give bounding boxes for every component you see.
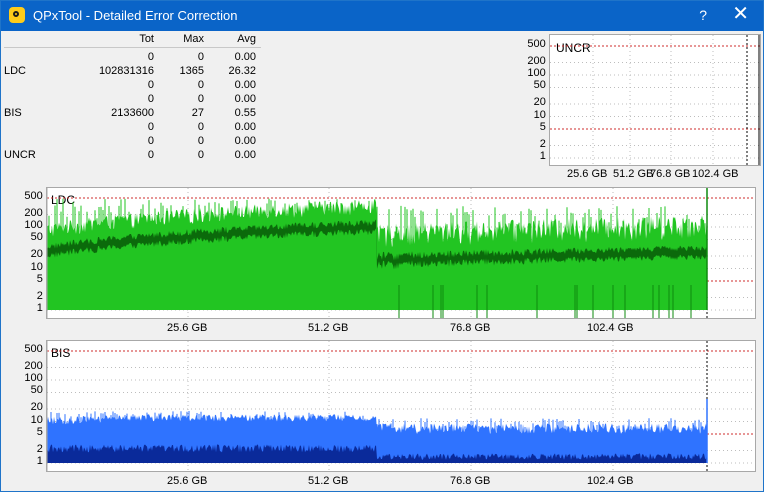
uncr-y-tick: 100	[527, 67, 546, 79]
ldc-plot	[47, 188, 755, 318]
stats-row: LDC 102831316 1365 26.32	[4, 65, 261, 78]
bis-y-tick: 50	[30, 384, 43, 397]
ldc-chart: LDC	[46, 187, 756, 319]
uncr-x-tick: 51.2 GB	[613, 168, 654, 180]
ldc-y-tick: 1	[36, 302, 43, 314]
stats-table: Tot Max Avg 0 0 0.00 LDC 102831316 1365 26.32 0…	[4, 33, 261, 163]
stats-row: UNCR 0 0 0.00	[4, 149, 261, 162]
qpxtool-app-icon	[9, 7, 25, 23]
uncr-plot	[550, 35, 760, 165]
uncr-y-tick: 10	[533, 108, 546, 121]
ldc-y-tick: 200	[24, 206, 43, 219]
uncr-x-tick: 76.8 GB	[650, 168, 691, 180]
uncr-chart: UNCR	[549, 34, 761, 166]
stats-row: 0 0 0.00	[4, 93, 261, 106]
stats-row-avg: 0.55	[234, 107, 256, 119]
ldc-y-tick: 10	[30, 260, 43, 273]
ldc-x-tick: 51.2 GB	[308, 322, 349, 334]
bis-y-tick: 200	[24, 359, 43, 372]
stats-row: 0 0 0.00	[4, 79, 261, 92]
uncr-y-tick: 20	[533, 96, 546, 108]
uncr-y-tick: 1	[539, 150, 546, 162]
uncr-y-tick: 50	[533, 79, 546, 92]
stats-row-avg: 0.00	[234, 51, 256, 63]
bis-y-tick: 1	[36, 455, 43, 467]
ldc-x-tick: 76.8 GB	[450, 322, 491, 334]
ldc-y-tick: 500	[24, 190, 43, 202]
help-button[interactable]: ?	[699, 7, 707, 23]
bis-y-tick: 10	[30, 413, 43, 426]
bis-chart: BIS	[46, 340, 756, 472]
bis-x-tick: 51.2 GB	[308, 475, 349, 487]
uncr-x-tick: 25.6 GB	[567, 168, 608, 180]
bis-y-tick: 20	[30, 401, 43, 413]
title-bar: QPxTool - Detailed Error Correction ? ✕	[1, 1, 763, 31]
stats-row-avg: 0.00	[234, 79, 256, 91]
ldc-x-tick: 25.6 GB	[167, 322, 208, 334]
stats-row-avg: 0.00	[234, 121, 256, 133]
qpxtool-window: QPxTool - Detailed Error Correction ? ✕ …	[0, 0, 764, 492]
ldc-y-tick: 20	[30, 248, 43, 260]
uncr-y-tick: 500	[527, 38, 546, 50]
ldc-y-tick: 50	[30, 231, 43, 244]
uncr-y-tick: 5	[539, 120, 546, 133]
bis-y-tick: 100	[24, 372, 43, 384]
bis-x-tick: 102.4 GB	[587, 475, 634, 487]
stats-divider	[4, 47, 261, 48]
stats-row-avg: 26.32	[228, 65, 256, 77]
ldc-y-tick: 5	[36, 272, 43, 285]
uncr-x-tick: 102.4 GB	[692, 168, 739, 180]
header-avg: Avg	[237, 33, 256, 45]
bis-x-tick: 25.6 GB	[167, 475, 208, 487]
stats-row-avg: 0.00	[234, 135, 256, 147]
bis-y-tick: 5	[36, 425, 43, 438]
ldc-x-tick: 102.4 GB	[587, 322, 634, 334]
stats-row: 0 0 0.00	[4, 121, 261, 134]
stats-row: BIS 2133600 27 0.55	[4, 107, 261, 120]
stats-row-avg: 0.00	[234, 93, 256, 105]
bis-x-tick: 76.8 GB	[450, 475, 491, 487]
ldc-y-tick: 100	[24, 219, 43, 231]
ldc-y-tick: 2	[36, 289, 43, 302]
uncr-y-tick: 200	[527, 54, 546, 67]
close-button[interactable]: ✕	[732, 4, 749, 24]
bis-plot	[47, 341, 755, 471]
stats-row: 0 0 0.00	[4, 51, 261, 64]
window-title: QPxTool - Detailed Error Correction	[33, 8, 238, 23]
uncr-y-tick: 2	[539, 137, 546, 150]
bis-y-tick: 2	[36, 442, 43, 455]
stats-row-avg: 0.00	[234, 149, 256, 161]
bis-y-tick: 500	[24, 343, 43, 355]
stats-row: 0 0 0.00	[4, 135, 261, 148]
